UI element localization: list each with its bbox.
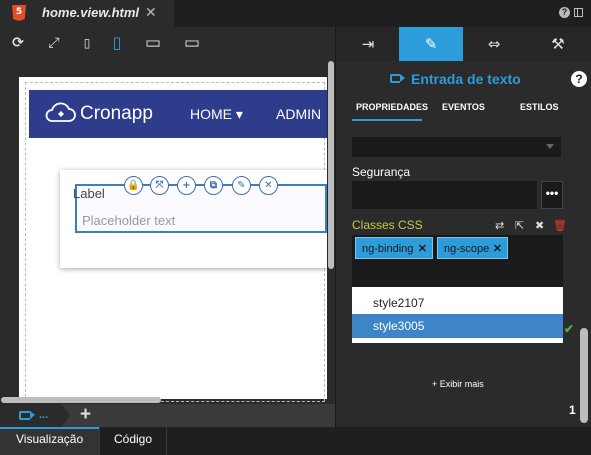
autocomplete-item-label[interactable]: style3005	[373, 319, 424, 333]
layout-icon[interactable]	[574, 8, 583, 17]
trash-icon[interactable]: 🗑	[553, 219, 567, 232]
tab-codigo-label[interactable]: Código	[114, 432, 152, 446]
tab-visualizacao-label[interactable]: Visualização	[16, 432, 83, 446]
security-more-button[interactable]: •••	[541, 181, 563, 209]
clear-icon[interactable]: ✖	[535, 219, 544, 232]
css-chip-label: ng-scope	[444, 243, 490, 255]
css-classes-label: Classes CSS	[352, 218, 423, 232]
count-indicator: 1	[569, 403, 576, 417]
security-label: Segurança	[352, 165, 411, 179]
show-more-link[interactable]: + Exibir mais	[432, 379, 484, 389]
css-chip-label: ng-binding	[362, 243, 414, 255]
subtab-estilos[interactable]: ESTILOS	[520, 102, 559, 112]
tools-icon[interactable]: ⚒	[526, 27, 590, 61]
monitor-icon[interactable]: ▭	[183, 34, 201, 52]
check-icon: ✔	[564, 322, 575, 336]
brand-name: Cronapp	[80, 103, 153, 124]
move-icon[interactable]: ⤧	[150, 176, 169, 195]
desktop-icon[interactable]: ▭	[144, 34, 162, 52]
field-placeholder: Placeholder text	[82, 213, 176, 228]
page-breadcrumb-chip[interactable]	[0, 404, 70, 427]
nav-admin[interactable]: ADMIN	[276, 106, 321, 122]
text-input-icon	[19, 411, 35, 420]
file-tab-name[interactable]: home.view.html	[42, 5, 139, 20]
import-icon[interactable]: ⇥	[336, 27, 400, 61]
css-chip[interactable]: ng-binding ✕	[355, 237, 433, 259]
autocomplete-item-label[interactable]: style2107	[373, 296, 424, 310]
nav-home[interactable]: HOME ▾	[190, 106, 243, 123]
active-subtab-indicator	[352, 119, 422, 121]
edit-icon[interactable]: ✎	[232, 176, 251, 195]
remove-chip-icon[interactable]: ✕	[493, 238, 502, 260]
html5-icon: 5	[12, 5, 26, 21]
chevron-down-icon[interactable]	[546, 144, 554, 149]
subtab-eventos[interactable]: EVENTOS	[442, 102, 485, 112]
fullscreen-icon[interactable]: ⤢	[45, 34, 63, 52]
open-external-icon[interactable]: ⇱	[515, 219, 524, 232]
text-input-component-icon	[390, 74, 405, 83]
canvas-vertical-scroll-thumb[interactable]	[328, 61, 334, 269]
pencil-icon[interactable]: ✎	[399, 27, 463, 61]
help-icon[interactable]: ?	[559, 7, 570, 18]
css-chip[interactable]: ng-scope ✕	[437, 237, 508, 259]
subtab-propriedades[interactable]: PROPRIEDADES	[356, 102, 428, 112]
resize-icon[interactable]: ⇔	[462, 27, 526, 61]
add-icon[interactable]: +	[177, 176, 196, 195]
add-page-button[interactable]: +	[80, 404, 91, 426]
close-tab-icon[interactable]: ✕	[145, 4, 157, 21]
property-dropdown[interactable]	[352, 137, 561, 157]
tablet-icon[interactable]: ▯	[108, 34, 126, 52]
panel-scroll-thumb[interactable]	[580, 328, 588, 423]
phone-icon[interactable]: ▯	[78, 34, 96, 52]
remove-icon[interactable]: ✕	[259, 176, 278, 195]
canvas-horizontal-scroll-thumb[interactable]	[1, 397, 161, 403]
panel-help-icon[interactable]: ?	[571, 71, 587, 87]
copy-icon[interactable]: ⧉	[204, 176, 223, 195]
page-breadcrumb-text[interactable]: ...	[39, 409, 48, 421]
security-input[interactable]	[352, 181, 537, 209]
field-label: Label	[73, 186, 105, 201]
component-title: Entrada de texto	[411, 71, 521, 87]
translate-icon[interactable]: ⇄	[495, 219, 504, 232]
refresh-icon[interactable]: ⟳	[9, 34, 27, 52]
remove-chip-icon[interactable]: ✕	[418, 238, 427, 260]
lock-icon[interactable]: 🔒	[124, 176, 143, 195]
cronapp-cloud-icon	[45, 102, 76, 122]
